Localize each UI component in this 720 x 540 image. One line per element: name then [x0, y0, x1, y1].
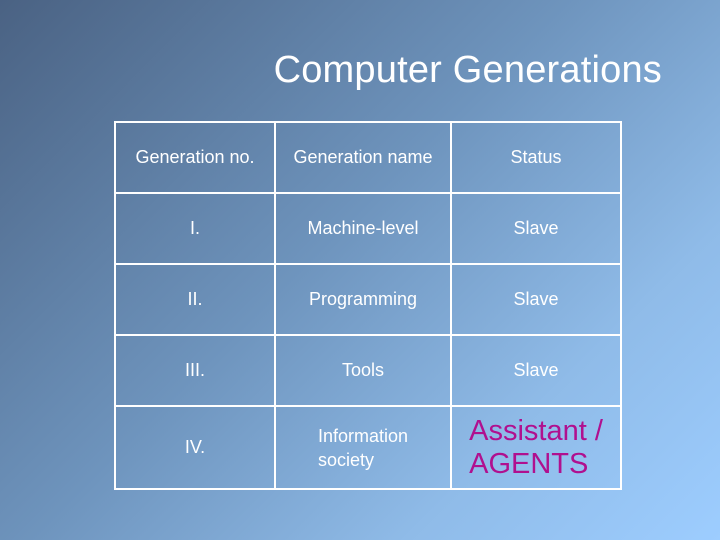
slide-title: Computer Generations: [273, 49, 662, 91]
cell-status-highlight: Assistant / AGENTS: [450, 405, 622, 490]
table-row: I. Machine-level Slave: [114, 192, 622, 265]
header-generation-no: Generation no.: [114, 121, 276, 194]
generation-name-line-2: society: [317, 449, 374, 470]
cell-generation-name: Programming: [274, 263, 452, 336]
table-row: III. Tools Slave: [114, 334, 622, 407]
status-line-2: AGENTS: [469, 447, 589, 480]
cell-generation-name: Tools: [274, 334, 452, 407]
status-highlight-text: Assistant / AGENTS: [469, 415, 603, 481]
cell-generation-no: IV.: [114, 405, 276, 490]
generation-name-line-1: Information: [317, 425, 409, 446]
table-row: II. Programming Slave: [114, 263, 622, 336]
generations-table: Generation no. Generation name Status I.…: [114, 121, 622, 490]
table-row: IV. Information society Assistant / AGEN…: [114, 405, 622, 490]
cell-status: Slave: [450, 192, 622, 265]
generation-name-text: Information society: [318, 424, 408, 472]
header-generation-name: Generation name: [274, 121, 452, 194]
cell-generation-no: II.: [114, 263, 276, 336]
cell-generation-name: Information society: [274, 405, 452, 490]
cell-generation-no: III.: [114, 334, 276, 407]
cell-status: Slave: [450, 263, 622, 336]
cell-generation-no: I.: [114, 192, 276, 265]
header-status: Status: [450, 121, 622, 194]
cell-status: Slave: [450, 334, 622, 407]
cell-generation-name: Machine-level: [274, 192, 452, 265]
status-line-1: Assistant /: [469, 414, 603, 447]
table-header-row: Generation no. Generation name Status: [114, 121, 622, 194]
